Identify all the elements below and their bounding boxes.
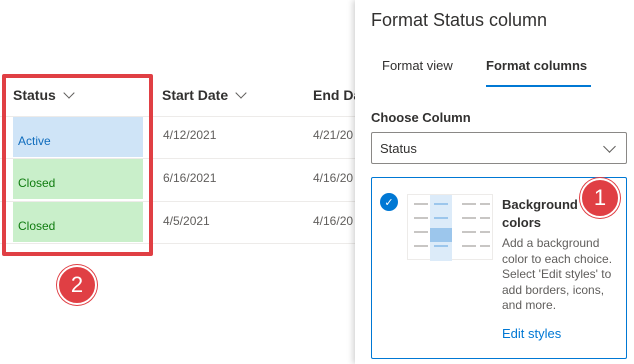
annotation-badge-2: 2 [57, 265, 97, 305]
list-view: Status Start Date End Da Active 4/12/202… [0, 0, 355, 364]
end-date-cell: 4/16/20 [313, 171, 354, 185]
column-header-label: Start Date [162, 87, 229, 103]
choose-column-label: Choose Column [371, 110, 471, 125]
end-date-cell: 4/21/20 [313, 128, 354, 142]
status-column-highlight [2, 74, 153, 256]
column-header-start-date[interactable]: Start Date [162, 84, 247, 106]
end-date-cell: 4/16/20 [313, 214, 354, 228]
column-select-value: Status [380, 141, 417, 156]
tab-format-columns[interactable]: Format columns [486, 58, 587, 73]
column-header-end-date[interactable]: End Da [313, 84, 355, 106]
start-date-cell: 6/16/2021 [163, 171, 217, 185]
start-date-cell: 4/5/2021 [163, 214, 210, 228]
active-tab-indicator [486, 85, 591, 87]
start-date-cell: 4/12/2021 [163, 128, 217, 142]
edit-styles-link[interactable]: Edit styles [502, 326, 561, 341]
column-header-label: End Da [313, 87, 355, 103]
checkmark-icon: ✓ [380, 193, 398, 211]
column-select[interactable]: Status [371, 132, 627, 164]
panel-title: Format Status column [371, 10, 548, 30]
tab-format-view[interactable]: Format view [382, 58, 453, 73]
chevron-down-icon [235, 86, 247, 99]
option-title: Background colors [502, 197, 578, 230]
annotation-badge-1: 1 [580, 178, 620, 218]
background-colors-preview [407, 194, 493, 261]
option-description: Add a background color to each choice. S… [502, 236, 613, 312]
chevron-down-icon [603, 140, 616, 153]
